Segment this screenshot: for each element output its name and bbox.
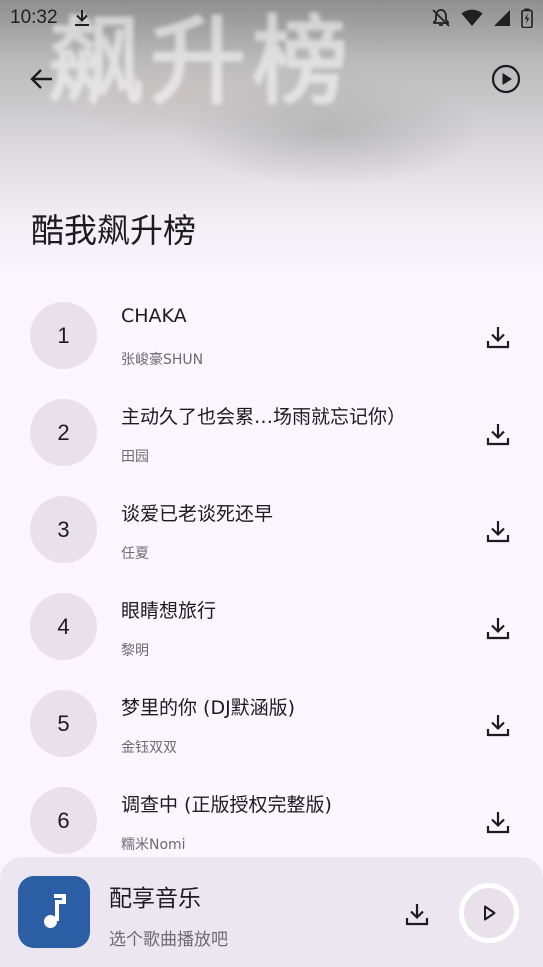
play-circle-icon xyxy=(491,64,521,94)
download-icon xyxy=(486,618,510,640)
mini-player[interactable]: 配享音乐 选个歌曲播放吧 xyxy=(0,857,543,967)
song-title: 梦里的你 (DJ默涵版) xyxy=(121,697,296,719)
song-row[interactable]: 6 调查中 (正版授权完整版) 糯米Nomi xyxy=(0,772,543,869)
status-bar: 10:32 xyxy=(0,0,543,36)
song-title: 调查中 (正版授权完整版) xyxy=(121,794,332,816)
rank-badge: 5 xyxy=(30,690,97,757)
player-subtitle: 选个歌曲播放吧 xyxy=(109,930,228,950)
download-button[interactable] xyxy=(478,414,518,454)
song-list: 1 CHAKA 张峻豪SHUN 2 主动久了也会累…场雨就忘记你） 田园 3 谈… xyxy=(0,287,543,869)
download-icon xyxy=(486,812,510,834)
player-play-button[interactable] xyxy=(459,883,519,943)
signal-icon xyxy=(494,10,510,26)
download-icon xyxy=(486,715,510,737)
rank-badge: 3 xyxy=(30,496,97,563)
status-time: 10:32 xyxy=(10,7,58,28)
wifi-icon xyxy=(461,9,483,26)
download-icon xyxy=(486,521,510,543)
song-title: 主动久了也会累…场雨就忘记你） xyxy=(121,406,407,428)
song-row[interactable]: 4 眼睛想旅行 黎明 xyxy=(0,578,543,675)
rank-badge: 6 xyxy=(30,787,97,854)
play-icon xyxy=(484,905,496,921)
rank-badge: 2 xyxy=(30,399,97,466)
song-row[interactable]: 5 梦里的你 (DJ默涵版) 金钰双双 xyxy=(0,675,543,772)
song-row[interactable]: 2 主动久了也会累…场雨就忘记你） 田园 xyxy=(0,384,543,481)
song-artist: 金钰双双 xyxy=(121,740,177,756)
song-artist: 田园 xyxy=(121,449,149,465)
album-cover xyxy=(18,876,90,948)
download-notification-icon xyxy=(74,10,89,26)
song-artist: 任夏 xyxy=(121,546,149,562)
download-button[interactable] xyxy=(478,802,518,842)
song-artist: 糯米Nomi xyxy=(121,837,186,853)
player-title: 配享音乐 xyxy=(109,886,201,912)
back-button[interactable] xyxy=(22,59,62,99)
notifications-off-icon xyxy=(432,9,450,27)
download-button[interactable] xyxy=(478,317,518,357)
battery-icon xyxy=(521,8,533,28)
song-title: 眼睛想旅行 xyxy=(121,600,217,622)
download-button[interactable] xyxy=(478,608,518,648)
play-button-inner xyxy=(464,888,514,938)
play-all-button[interactable] xyxy=(486,59,526,99)
song-artist: 黎明 xyxy=(121,643,149,659)
download-button[interactable] xyxy=(478,705,518,745)
player-download-button[interactable] xyxy=(397,894,437,934)
download-icon xyxy=(486,327,510,349)
download-icon xyxy=(405,904,429,926)
rank-badge: 4 xyxy=(30,593,97,660)
music-note-icon xyxy=(44,894,66,928)
song-artist: 张峻豪SHUN xyxy=(121,352,204,368)
status-icons xyxy=(431,8,533,28)
song-row[interactable]: 1 CHAKA 张峻豪SHUN xyxy=(0,287,543,384)
download-icon xyxy=(486,424,510,446)
page-title: 酷我飙升榜 xyxy=(31,211,196,250)
arrow-left-icon xyxy=(30,69,52,89)
song-title: CHAKA xyxy=(121,305,187,327)
song-row[interactable]: 3 谈爱已老谈死还早 任夏 xyxy=(0,481,543,578)
song-title: 谈爱已老谈死还早 xyxy=(121,503,274,525)
download-button[interactable] xyxy=(478,511,518,551)
rank-badge: 1 xyxy=(30,302,97,369)
